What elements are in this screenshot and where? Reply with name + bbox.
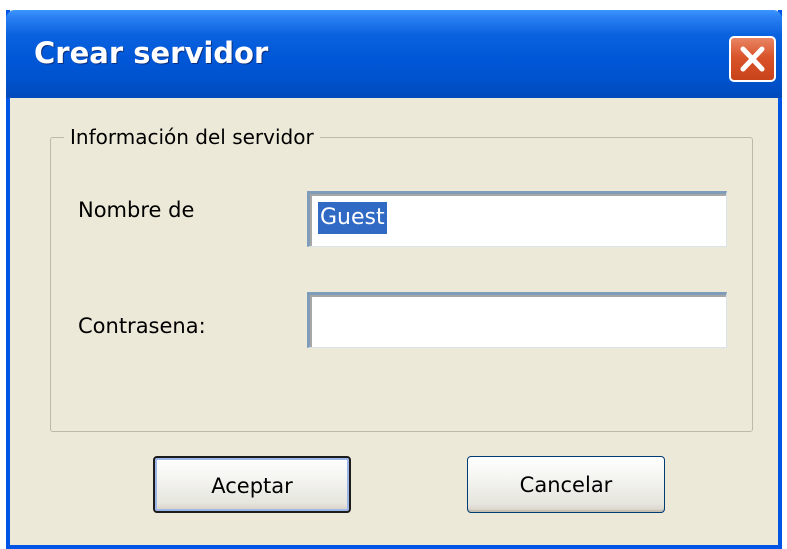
server-info-groupbox	[50, 137, 753, 432]
title-bar[interactable]: Crear servidor	[6, 10, 782, 98]
password-label: Contrasena:	[78, 314, 206, 338]
close-button[interactable]	[729, 36, 776, 82]
cancel-button[interactable]: Cancelar	[467, 456, 665, 513]
username-selected-text[interactable]: Guest	[318, 202, 387, 234]
window-title: Crear servidor	[34, 36, 269, 70]
groupbox-legend: Información del servidor	[64, 125, 320, 149]
close-icon	[740, 46, 765, 72]
accept-button[interactable]: Aceptar	[153, 456, 351, 513]
password-input[interactable]	[307, 292, 727, 348]
username-label: Nombre de	[78, 198, 195, 222]
